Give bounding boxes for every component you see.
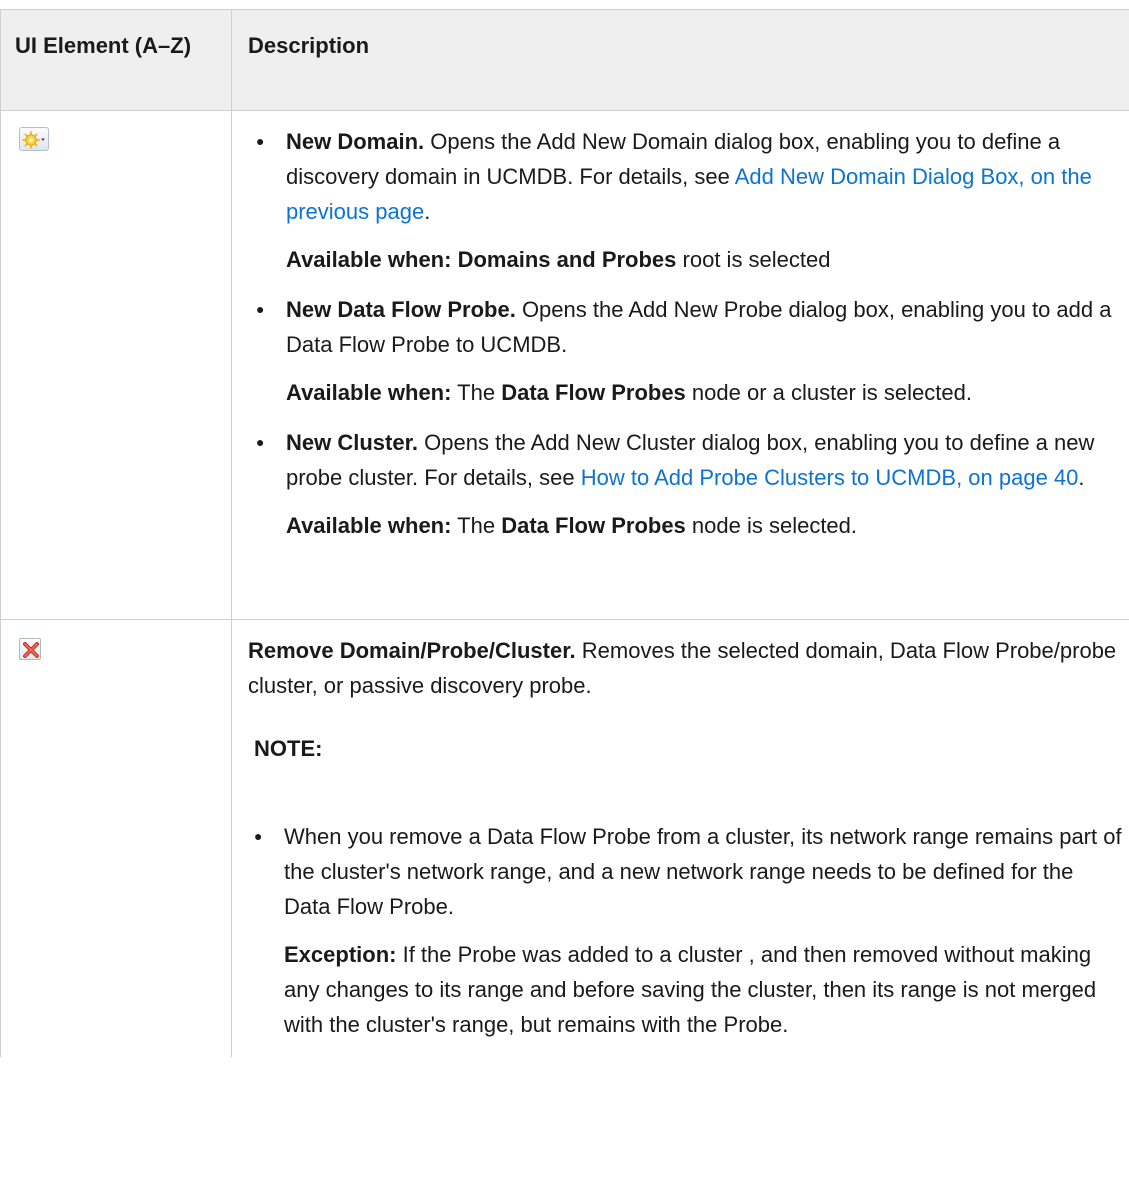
list-item: ● New Cluster. Opens the Add New Cluster… (256, 425, 1124, 543)
add-probe-clusters-link[interactable]: How to Add Probe Clusters to UCMDB, on p… (581, 465, 1079, 490)
exception-note: Exception: If the Probe was added to a c… (284, 937, 1124, 1042)
note-text: When you remove a Data Flow Probe from a… (284, 824, 1122, 919)
availability-label: Available when: (286, 247, 458, 272)
new-star-dropdown-icon[interactable] (19, 127, 49, 151)
table-header-row: UI Element (A–Z) Description (0, 9, 1129, 111)
availability-rest: node or a cluster is selected. (685, 380, 972, 405)
availability-pre: The (451, 380, 502, 405)
availability-pre: The (451, 513, 502, 538)
note-list: ● When you remove a Data Flow Probe from… (248, 819, 1124, 1057)
item-text-end: . (424, 199, 431, 224)
list-item: ● New Domain. Opens the Add New Domain d… (256, 124, 1124, 292)
availability-label: Available when: (286, 513, 452, 538)
item-title: New Cluster. (286, 430, 419, 455)
exception-label: Exception: (284, 942, 397, 967)
remove-description: Remove Domain/Probe/Cluster. Removes the… (248, 633, 1124, 703)
ui-element-cell (0, 619, 232, 1057)
list-item: ● When you remove a Data Flow Probe from… (254, 819, 1124, 1057)
ui-elements-table: UI Element (A–Z) Description ● New Domai… (0, 9, 1129, 1057)
availability-note: Available when: Domains and Probes root … (286, 242, 1124, 277)
header-ui-element: UI Element (A–Z) (0, 9, 232, 111)
bullet-dot: ● (256, 434, 265, 450)
bullet-dot: ● (256, 133, 265, 149)
availability-note: Available when: The Data Flow Probes nod… (286, 508, 1124, 543)
item-title: New Domain. (286, 129, 425, 154)
item-title: Remove Domain/Probe/Cluster. (248, 638, 576, 663)
table-row: Remove Domain/Probe/Cluster. Removes the… (0, 619, 1129, 1057)
availability-target: Data Flow Probes (501, 380, 686, 405)
exception-text: If the Probe was added to a cluster , an… (284, 942, 1097, 1037)
remove-x-icon[interactable] (19, 638, 41, 660)
item-title: New Data Flow Probe. (286, 297, 516, 322)
header-description: Description (231, 9, 1129, 111)
list-item: ● New Data Flow Probe. Opens the Add New… (256, 292, 1124, 425)
availability-note: Available when: The Data Flow Probes nod… (286, 375, 1124, 410)
bullet-dot: ● (256, 301, 265, 317)
description-cell: ● New Domain. Opens the Add New Domain d… (231, 110, 1129, 620)
item-text-end: . (1078, 465, 1085, 490)
availability-rest: root is selected (676, 247, 831, 272)
bullet-dot: ● (254, 828, 263, 844)
description-cell: Remove Domain/Probe/Cluster. Removes the… (231, 619, 1129, 1057)
availability-rest: node is selected. (685, 513, 858, 538)
ui-element-cell (0, 110, 232, 620)
availability-target: Domains and Probes (457, 247, 677, 272)
availability-target: Data Flow Probes (501, 513, 686, 538)
note-label: NOTE: (254, 736, 323, 761)
availability-label: Available when: (286, 380, 452, 405)
table-row: ● New Domain. Opens the Add New Domain d… (0, 110, 1129, 620)
